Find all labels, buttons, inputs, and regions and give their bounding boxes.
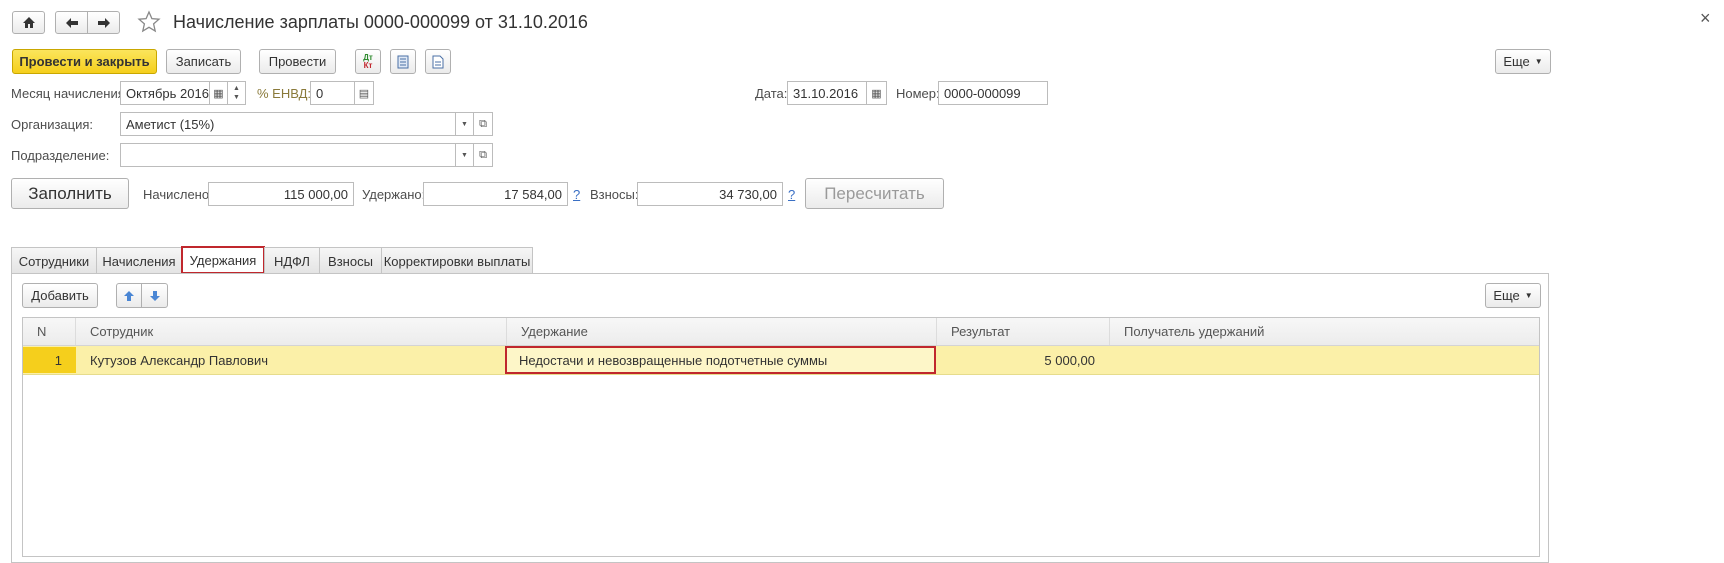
more-menu-button[interactable]: Еще ▼ [1495, 49, 1551, 74]
tab-accruals[interactable]: Начисления [96, 247, 182, 274]
recalculate-button[interactable]: Пересчитать [805, 178, 944, 209]
arrow-right-icon [97, 17, 110, 28]
post-button[interactable]: Провести [259, 49, 336, 74]
list-report-icon [397, 55, 409, 68]
close-icon[interactable]: × [1700, 8, 1711, 29]
column-header-recipient[interactable]: Получатель удержаний [1110, 318, 1539, 345]
department-label: Подразделение: [11, 148, 110, 163]
dropdown-arrow-icon: ▼ [461, 120, 468, 128]
tab-deductions[interactable]: Удержания [181, 246, 265, 274]
organization-label: Организация: [11, 117, 94, 132]
more-label: Еще [1503, 54, 1530, 69]
department-open-button[interactable]: ⧉ [473, 143, 493, 167]
recipient-cell[interactable] [1124, 347, 1524, 373]
contributions-help-link[interactable]: ? [788, 187, 795, 202]
open-link-icon: ⧉ [479, 148, 487, 161]
withheld-field: 17 584,00 [423, 182, 568, 206]
open-link-icon: ⧉ [479, 117, 487, 130]
organization-open-button[interactable]: ⧉ [473, 112, 493, 136]
document-button[interactable] [425, 49, 451, 74]
date-calendar-button[interactable]: ▦ [866, 81, 887, 105]
dt-kt-button[interactable]: Дт Кт [355, 49, 381, 74]
tab-payment-corrections[interactable]: Корректировки выплаты [381, 247, 533, 274]
tab-contributions[interactable]: Взносы [319, 247, 382, 274]
withheld-label: Удержано: [362, 187, 426, 202]
tab-employees[interactable]: Сотрудники [11, 247, 97, 274]
window-title: Начисление зарплаты 0000-000099 от 31.10… [173, 12, 588, 32]
arrow-down-icon [149, 290, 160, 301]
department-field[interactable] [120, 143, 456, 167]
envd-field[interactable]: 0 [310, 81, 355, 105]
contributions-label: Взносы: [590, 187, 639, 202]
date-label: Дата: [755, 86, 788, 101]
stepper-down-icon: ▼ [233, 94, 240, 101]
dropdown-arrow-icon: ▼ [461, 151, 468, 159]
stepper-up-icon: ▲ [233, 85, 240, 92]
save-button[interactable]: Записать [166, 49, 241, 74]
favorite-star-icon[interactable] [137, 10, 161, 34]
calculator-icon: ▤ [358, 87, 370, 100]
back-button[interactable] [55, 11, 88, 34]
department-dropdown-button[interactable]: ▼ [455, 143, 474, 167]
contributions-field: 34 730,00 [637, 182, 783, 206]
row-number-cell: 1 [23, 347, 76, 373]
table-more-label: Еще [1493, 288, 1520, 303]
home-icon [22, 17, 35, 28]
arrow-left-icon [65, 17, 78, 28]
table-more-button[interactable]: Еще ▼ [1485, 283, 1541, 308]
home-button[interactable] [12, 11, 45, 34]
date-field[interactable]: 31.10.2016 [787, 81, 867, 105]
forward-button[interactable] [87, 11, 120, 34]
month-stepper[interactable]: ▲ ▼ [227, 81, 246, 105]
organization-dropdown-button[interactable]: ▼ [455, 112, 474, 136]
number-field[interactable]: 0000-000099 [938, 81, 1048, 105]
envd-label: % ЕНВД: [257, 86, 312, 101]
dropdown-arrow-icon: ▼ [1534, 57, 1543, 66]
row-number: 1 [54, 352, 62, 368]
dt-kt-icon-bottom: Кт [363, 60, 373, 70]
deduction-value: Недостачи и невозвращенные подотчетные с… [519, 352, 828, 368]
calculator-button[interactable]: ▤ [354, 81, 374, 105]
dropdown-arrow-icon: ▼ [1524, 291, 1533, 300]
column-header-result[interactable]: Результат [937, 318, 1110, 345]
move-down-button[interactable] [141, 283, 168, 308]
month-field[interactable]: Октябрь 2016 [120, 81, 210, 105]
move-up-button[interactable] [116, 283, 142, 308]
number-label: Номер: [896, 86, 940, 101]
result-cell[interactable]: 5 000,00 [937, 347, 1095, 373]
tab-ndfl[interactable]: НДФЛ [264, 247, 320, 274]
document-icon [432, 55, 444, 68]
accrued-label: Начислено: [143, 187, 213, 202]
column-header-deduction[interactable]: Удержание [507, 318, 937, 345]
add-button[interactable]: Добавить [22, 283, 98, 308]
calendar-button[interactable]: ▦ [209, 81, 228, 105]
calendar-icon: ▦ [213, 87, 224, 100]
report-button[interactable] [390, 49, 416, 74]
calendar-icon: ▦ [871, 87, 882, 100]
accrued-field: 115 000,00 [208, 182, 354, 206]
deduction-cell[interactable]: Недостачи и невозвращенные подотчетные с… [505, 346, 936, 374]
column-header-n[interactable]: N [23, 318, 76, 345]
fill-button[interactable]: Заполнить [11, 178, 129, 209]
withheld-help-link[interactable]: ? [573, 187, 580, 202]
column-header-employee[interactable]: Сотрудник [76, 318, 507, 345]
month-label: Месяц начисления: [11, 86, 129, 101]
post-and-close-button[interactable]: Провести и закрыть [12, 49, 157, 74]
employee-cell[interactable]: Кутузов Александр Павлович [90, 347, 500, 373]
arrow-up-icon [124, 290, 134, 301]
organization-field[interactable]: Аметист (15%) [120, 112, 456, 136]
